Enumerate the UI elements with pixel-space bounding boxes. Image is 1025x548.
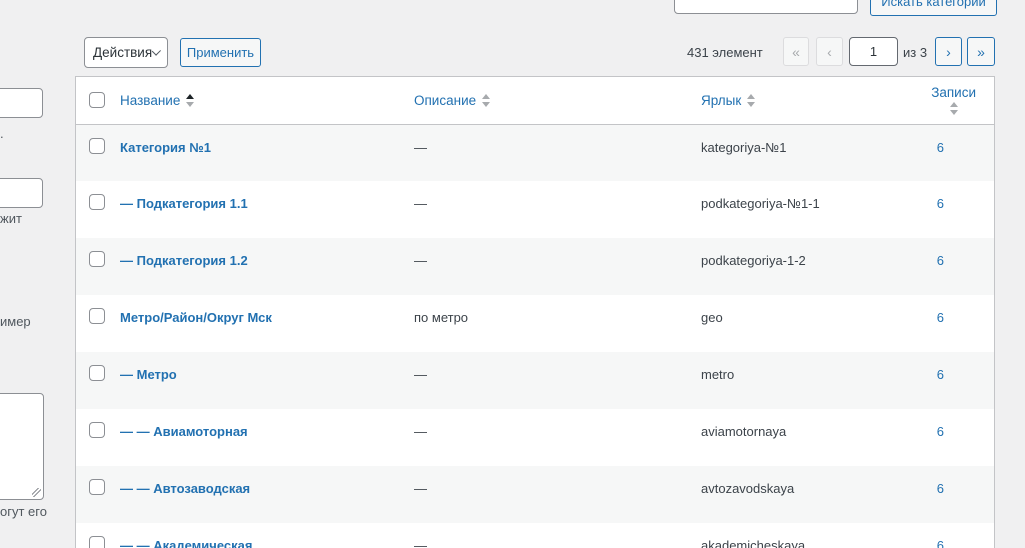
sort-by-slug-header[interactable]: Ярлык xyxy=(701,93,755,108)
category-slug: podkategoriya-№1-1 xyxy=(701,181,876,238)
left-form-text-fragment: имер xyxy=(0,314,31,329)
row-checkbox[interactable] xyxy=(89,194,105,210)
category-name-link[interactable]: — Метро xyxy=(120,367,177,382)
category-name-link[interactable]: Метро/Район/Округ Мск xyxy=(120,310,272,325)
current-page-input[interactable] xyxy=(849,37,898,66)
row-checkbox[interactable] xyxy=(89,479,105,495)
category-name-link[interactable]: — — Академическая xyxy=(120,538,252,548)
bulk-actions-select[interactable]: Действия xyxy=(84,37,168,68)
table-row: — — Авиамоторная —aviamotornaya 6 xyxy=(76,409,994,466)
sort-by-description-header[interactable]: Описание xyxy=(414,93,490,108)
category-post-count-link[interactable]: 6 xyxy=(937,140,944,155)
header-name-label: Название xyxy=(120,93,180,108)
category-description: — xyxy=(414,124,701,181)
category-post-count-link[interactable]: 6 xyxy=(937,196,944,211)
sort-arrows-icon xyxy=(482,94,490,107)
next-page-button[interactable]: › xyxy=(935,37,962,66)
total-pages-label: из 3 xyxy=(903,45,927,60)
category-description: — xyxy=(414,181,701,238)
row-checkbox[interactable] xyxy=(89,251,105,267)
apply-button[interactable]: Применить xyxy=(180,38,261,67)
category-slug: aviamotornaya xyxy=(701,409,876,466)
category-name-link[interactable]: — Подкатегория 1.1 xyxy=(120,196,248,211)
category-description: — xyxy=(414,466,701,523)
category-slug: avtozavodskaya xyxy=(701,466,876,523)
resize-handle-icon[interactable] xyxy=(32,488,41,497)
search-categories-button[interactable]: Искать категории xyxy=(870,0,997,16)
table-body: Категория №1—kategoriya-№16— Подкатегори… xyxy=(76,124,994,548)
category-name-link[interactable]: — Подкатегория 1.2 xyxy=(120,253,248,268)
wordpress-categories-screen: . жит имер огут его Искать категории Дей… xyxy=(0,0,1025,548)
table-row: Категория №1 —kategoriya-№1 6 xyxy=(76,124,994,181)
sort-arrows-icon xyxy=(747,94,755,107)
category-slug: geo xyxy=(701,295,876,352)
search-input[interactable] xyxy=(674,0,858,14)
table-row: — Метро —metro 6 xyxy=(76,352,994,409)
table-header: Название Описание xyxy=(76,77,994,124)
category-post-count-link[interactable]: 6 xyxy=(937,310,944,325)
select-all-checkbox[interactable] xyxy=(89,92,105,108)
left-form-input-fragment[interactable] xyxy=(0,178,43,208)
table-row: Метро/Район/Округ Мск по метроgeo 6 xyxy=(76,295,994,352)
category-post-count-link[interactable]: 6 xyxy=(937,481,944,496)
prev-page-button[interactable]: ‹ xyxy=(816,37,843,66)
category-name-link[interactable]: — — Автозаводская xyxy=(120,481,250,496)
row-checkbox[interactable] xyxy=(89,422,105,438)
sort-arrows-icon xyxy=(186,94,194,107)
category-description: — xyxy=(414,409,701,466)
category-name-link[interactable]: — — Авиамоторная xyxy=(120,424,248,439)
categories-table: Название Описание xyxy=(75,76,995,548)
header-count-label: Записи xyxy=(931,85,976,100)
category-slug: metro xyxy=(701,352,876,409)
bulk-actions-selected-label: Действия xyxy=(93,45,152,60)
row-checkbox[interactable] xyxy=(89,308,105,324)
sort-arrows-icon xyxy=(950,102,958,115)
left-form-text-fragment: огут его xyxy=(0,504,47,519)
left-form-textarea-fragment[interactable] xyxy=(0,393,44,500)
row-checkbox[interactable] xyxy=(89,536,105,548)
sort-by-count-header[interactable]: Записи xyxy=(931,85,976,100)
sort-by-name-header[interactable]: Название xyxy=(120,93,194,108)
category-slug: kategoriya-№1 xyxy=(701,124,876,181)
first-page-button[interactable]: « xyxy=(783,37,809,66)
row-checkbox[interactable] xyxy=(89,138,105,154)
last-page-button[interactable]: » xyxy=(967,37,995,66)
row-checkbox[interactable] xyxy=(89,365,105,381)
category-slug: akademicheskaya xyxy=(701,523,876,548)
header-description-label: Описание xyxy=(414,93,476,108)
left-form-input-fragment[interactable] xyxy=(0,88,43,118)
table-row: — Подкатегория 1.1 —podkategoriya-№1-1 6 xyxy=(76,181,994,238)
chevron-down-icon xyxy=(152,47,161,56)
category-name-link[interactable]: Категория №1 xyxy=(120,140,211,155)
category-post-count-link[interactable]: 6 xyxy=(937,253,944,268)
category-description: — xyxy=(414,523,701,548)
category-slug: podkategoriya-1-2 xyxy=(701,238,876,295)
left-form-text-fragment: . xyxy=(0,126,4,141)
category-post-count-link[interactable]: 6 xyxy=(937,538,944,548)
items-count-label: 431 элемент xyxy=(687,45,763,60)
category-description: — xyxy=(414,238,701,295)
category-post-count-link[interactable]: 6 xyxy=(937,367,944,382)
table-row: — — Академическая —akademicheskaya 6 xyxy=(76,523,994,548)
table-row: — — Автозаводская —avtozavodskaya 6 xyxy=(76,466,994,523)
category-post-count-link[interactable]: 6 xyxy=(937,424,944,439)
left-form-text-fragment: жит xyxy=(0,211,22,226)
header-slug-label: Ярлык xyxy=(701,93,741,108)
table-row: — Подкатегория 1.2 —podkategoriya-1-2 6 xyxy=(76,238,994,295)
category-description: — xyxy=(414,352,701,409)
category-description: по метро xyxy=(414,295,701,352)
